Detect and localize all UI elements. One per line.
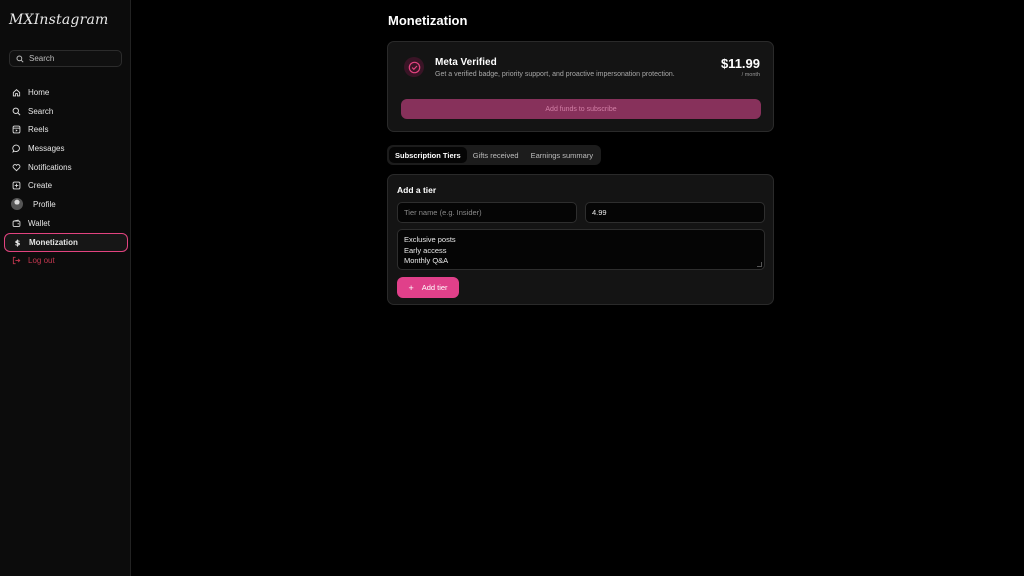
dollar-icon: $ [14,238,20,247]
add-tier-button[interactable]: + Add tier [397,277,459,298]
heart-icon [12,163,20,171]
sidebar-item-monetization[interactable]: $ Monetization [4,232,128,252]
check-circle-icon [408,61,420,73]
perk-line: Exclusive posts [404,235,456,244]
search-icon [12,107,20,115]
sidebar-item-create[interactable]: Create [4,176,128,195]
sidebar-item-home[interactable]: Home [4,83,128,102]
tab-earnings-summary[interactable]: Earnings summary [525,147,600,163]
sidebar: MXInstagram Search Home Search Reels Mes… [0,0,131,576]
sidebar-item-messages[interactable]: Messages [4,139,128,158]
sidebar-item-label: Monetization [29,237,78,247]
search-placeholder: Search [29,54,55,63]
messages-icon [11,144,20,153]
verified-price: $11.99 [720,56,760,71]
sidebar-item-notifications[interactable]: Notifications [4,158,128,177]
reels-icon [12,125,20,134]
sidebar-item-wallet[interactable]: Wallet [4,214,128,233]
tier-price-input[interactable]: 4.99 [585,202,765,223]
verified-title: Meta Verified [435,57,497,68]
plus-icon: + [408,282,414,293]
sidebar-item-label: Home [28,87,50,97]
tier-perks-textarea[interactable]: Exclusive posts Early access Monthly Q&A [397,229,765,270]
search-icon [16,54,24,63]
add-tier-label: Add tier [421,283,448,292]
page-title: Monetization [388,13,468,28]
avatar [11,198,23,211]
sidebar-item-reels[interactable]: Reels [4,120,128,139]
add-funds-button[interactable]: Add funds to subscribe [401,99,761,119]
perk-line: Early access [404,245,447,255]
sidebar-item-label: Search [28,106,54,116]
app-logo[interactable]: MXInstagram [9,12,108,28]
perk-line: Monthly Q&A [404,256,449,265]
tab-gifts-received[interactable]: Gifts received [467,147,525,163]
sidebar-item-label: Reels [28,125,49,135]
sidebar-item-label: Messages [28,143,65,153]
sidebar-item-label: Notifications [28,162,72,172]
sidebar-nav: Home Search Reels Messages Notifications… [4,83,128,270]
sidebar-item-label: Create [28,181,53,191]
sidebar-item-profile[interactable]: Profile [4,195,128,214]
add-tier-card: Add a tier Tier name (e.g. Insider) 4.99… [387,174,774,305]
sidebar-search-input[interactable]: Search [9,50,122,67]
tab-subscription-tiers[interactable]: Subscription Tiers [389,147,467,163]
sidebar-item-label: Wallet [28,218,50,228]
sidebar-item-label: Profile [33,199,56,209]
tier-name-input[interactable]: Tier name (e.g. Insider) [397,202,577,223]
sidebar-item-label: Log out [28,256,55,266]
sidebar-item-search[interactable]: Search [4,102,128,121]
wallet-icon [12,219,20,227]
verified-period: / month [741,72,760,78]
add-tier-heading: Add a tier [397,185,437,195]
logout-icon [12,257,20,265]
plus-square-icon [12,181,20,190]
home-icon [12,88,20,97]
sidebar-item-logout[interactable]: Log out [4,252,128,271]
svg-text:$: $ [14,238,20,247]
resize-handle-icon[interactable] [757,262,762,267]
verified-description: Get a verified badge, priority support, … [435,71,675,78]
meta-verified-card: Meta Verified Get a verified badge, prio… [387,41,774,132]
verified-badge [404,57,424,77]
monetization-tabs: Subscription Tiers Gifts received Earnin… [387,145,602,165]
